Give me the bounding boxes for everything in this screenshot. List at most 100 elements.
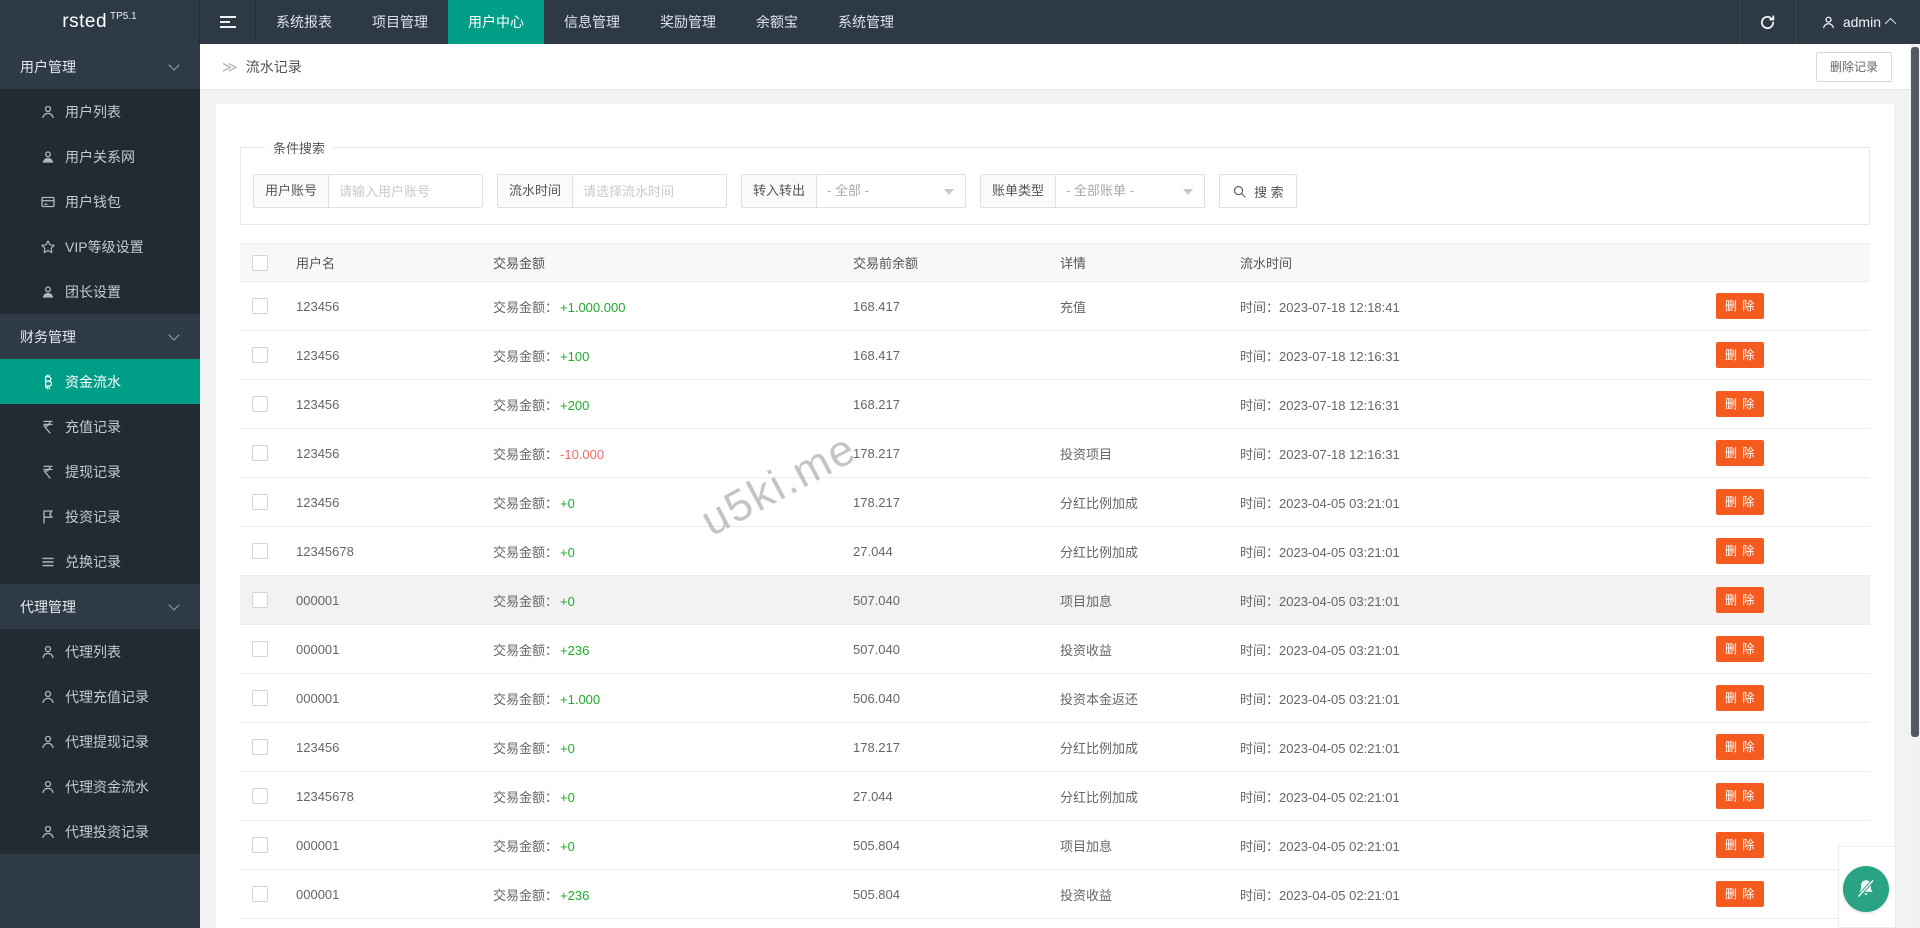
time-prefix: 时间：: [1240, 887, 1280, 903]
row-checkbox[interactable]: [252, 543, 268, 559]
cell-balance: 178.217: [853, 722, 1060, 772]
row-checkbox[interactable]: [252, 494, 268, 510]
search-field-select[interactable]: - 全部 -: [817, 175, 965, 207]
sidebar-item[interactable]: 提现记录: [0, 449, 200, 494]
username-label: admin: [1842, 14, 1881, 30]
delete-button[interactable]: 删 除: [1716, 636, 1765, 662]
topnav-item[interactable]: 信息管理: [544, 0, 640, 44]
cell-time: 2023-04-05 02:21:01: [1279, 887, 1400, 903]
search-field-input[interactable]: [329, 175, 483, 207]
row-checkbox[interactable]: [252, 886, 268, 902]
time-prefix: 时间：: [1240, 544, 1280, 560]
row-checkbox[interactable]: [252, 837, 268, 853]
notification-mute-button[interactable]: [1843, 866, 1889, 912]
time-prefix: 时间：: [1240, 397, 1280, 413]
cell-amount: +100: [560, 348, 590, 364]
cell-amount: +0: [560, 789, 575, 805]
cell-balance: 507.040: [853, 624, 1060, 674]
sidebar-item[interactable]: 代理投资记录: [0, 809, 200, 854]
delete-button[interactable]: 删 除: [1716, 391, 1765, 417]
row-checkbox[interactable]: [252, 298, 268, 314]
topnav-item[interactable]: 用户中心: [448, 0, 544, 44]
refresh-button[interactable]: [1738, 0, 1797, 44]
sidebar-item[interactable]: 代理充值记录: [0, 674, 200, 719]
delete-button[interactable]: 删 除: [1716, 587, 1765, 613]
row-checkbox[interactable]: [252, 396, 268, 412]
sidebar-item[interactable]: 用户列表: [0, 89, 200, 134]
sidebar-group-header[interactable]: 代理管理: [0, 584, 200, 629]
sidebar-item-label: 代理列表: [65, 643, 121, 660]
sidebar-item[interactable]: 兑换记录: [0, 539, 200, 584]
topnav-item[interactable]: 奖励管理: [640, 0, 736, 44]
menu-toggle-icon[interactable]: [200, 0, 256, 44]
sidebar-item[interactable]: 充值记录: [0, 404, 200, 449]
amount-prefix: 交易金额：: [493, 593, 559, 609]
content-card: 条件搜索 用户账号 流水时间 转入转出 - 全部 - 账单类型 - 全部账单 -: [216, 104, 1894, 928]
sidebar-item[interactable]: 用户钱包: [0, 179, 200, 224]
sidebar-item[interactable]: 代理列表: [0, 629, 200, 674]
delete-button[interactable]: 删 除: [1716, 342, 1765, 368]
sidebar-submenu: 代理列表 代理充值记录 代理提现记录 代理资金流水 代理投资记录: [0, 629, 200, 854]
sidebar-item[interactable]: 用户关系网: [0, 134, 200, 179]
time-prefix: 时间：: [1240, 348, 1280, 364]
actions-column-header: [1700, 243, 1870, 282]
scrollbar-thumb[interactable]: [1911, 47, 1919, 737]
cell-username: 000001: [296, 869, 493, 919]
cell-amount: +1.000: [560, 691, 601, 707]
sidebar-item-label: 用户钱包: [65, 193, 121, 210]
time-prefix: 时间：: [1240, 789, 1280, 805]
delete-button[interactable]: 删 除: [1716, 489, 1765, 515]
delete-records-button[interactable]: 删除记录: [1815, 51, 1892, 82]
dropdown-caret-icon: [944, 189, 955, 195]
scrollbar-track[interactable]: [1910, 44, 1920, 928]
delete-button[interactable]: 删 除: [1716, 440, 1765, 466]
sidebar-group-header[interactable]: 财务管理: [0, 314, 200, 359]
topnav-item[interactable]: 项目管理: [352, 0, 448, 44]
table-row: 123456 交易金额： +1.000.000 168.417 充值 时间：202…: [240, 281, 1870, 331]
sidebar-group-header[interactable]: 用户管理: [0, 44, 200, 89]
search-field-group: 流水时间: [497, 174, 728, 208]
search-field-input[interactable]: [573, 175, 727, 207]
sidebar-item[interactable]: 投资记录: [0, 494, 200, 539]
sidebar-item[interactable]: VIP等级设置: [0, 224, 200, 269]
delete-button[interactable]: 删 除: [1716, 734, 1765, 760]
cell-username: 123456: [296, 379, 493, 429]
amount-prefix: 交易金额：: [493, 642, 559, 658]
cell-balance: 168.417: [853, 330, 1060, 380]
row-checkbox[interactable]: [252, 690, 268, 706]
sidebar-item[interactable]: 代理资金流水: [0, 764, 200, 809]
sidebar-item[interactable]: 团长设置: [0, 269, 200, 314]
cell-username: 12345678: [296, 771, 493, 821]
delete-button[interactable]: 删 除: [1716, 783, 1765, 809]
cell-amount: +0: [560, 495, 575, 511]
amount-prefix: 交易金额：: [493, 299, 559, 315]
topnav-item[interactable]: 余额宝: [736, 0, 818, 44]
topnav-item[interactable]: 系统管理: [818, 0, 914, 44]
user-icon: [40, 734, 56, 750]
cell-time: 2023-04-05 03:21:01: [1279, 495, 1400, 511]
cell-username: 123456: [296, 428, 493, 478]
cell-amount: +236: [560, 887, 590, 903]
row-checkbox[interactable]: [252, 445, 268, 461]
row-checkbox[interactable]: [252, 739, 268, 755]
select-all-checkbox[interactable]: [252, 254, 268, 271]
search-button[interactable]: 搜 索: [1219, 174, 1297, 208]
brand-name: rsted: [62, 11, 108, 32]
delete-button[interactable]: 删 除: [1716, 832, 1765, 858]
delete-button[interactable]: 删 除: [1716, 685, 1765, 711]
cell-amount: +0: [560, 740, 575, 756]
user-menu[interactable]: admin: [1797, 0, 1920, 44]
delete-button[interactable]: 删 除: [1716, 538, 1765, 564]
topnav-item[interactable]: 系统报表: [256, 0, 352, 44]
row-checkbox[interactable]: [252, 641, 268, 657]
row-checkbox[interactable]: [252, 592, 268, 608]
row-checkbox[interactable]: [252, 347, 268, 363]
user-icon: [40, 689, 56, 705]
row-checkbox[interactable]: [252, 788, 268, 804]
search-field-select[interactable]: - 全部账单 -: [1056, 175, 1204, 207]
sidebar-item[interactable]: 代理提现记录: [0, 719, 200, 764]
delete-button[interactable]: 删 除: [1716, 293, 1765, 319]
sidebar-item[interactable]: 资金流水: [0, 359, 200, 404]
delete-button[interactable]: 删 除: [1716, 881, 1765, 907]
select-value: - 全部 -: [827, 183, 869, 198]
